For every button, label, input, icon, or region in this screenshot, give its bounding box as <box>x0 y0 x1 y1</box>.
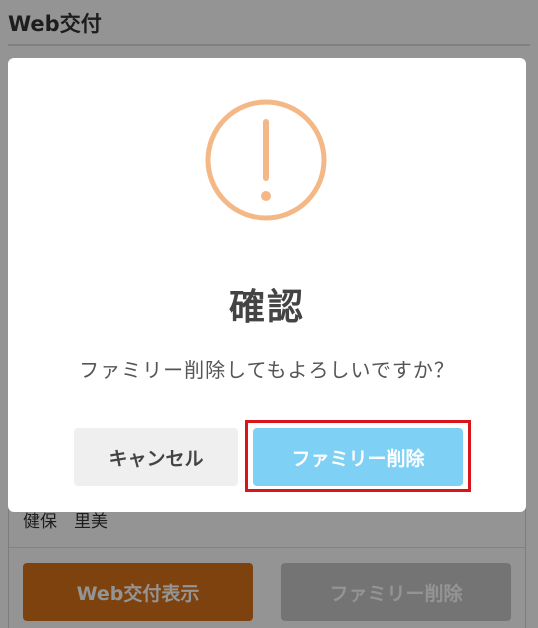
confirm-dialog: 確認 ファミリー削除してもよろしいですか？ キャンセル ファミリー削除 <box>8 58 526 512</box>
confirm-delete-button[interactable]: ファミリー削除 <box>253 428 463 486</box>
dialog-title: 確認 <box>228 287 305 328</box>
exclamation-circle-icon <box>205 99 327 221</box>
cancel-button[interactable]: キャンセル <box>74 428 238 486</box>
dialog-message: ファミリー削除してもよろしいですか？ <box>79 358 455 382</box>
